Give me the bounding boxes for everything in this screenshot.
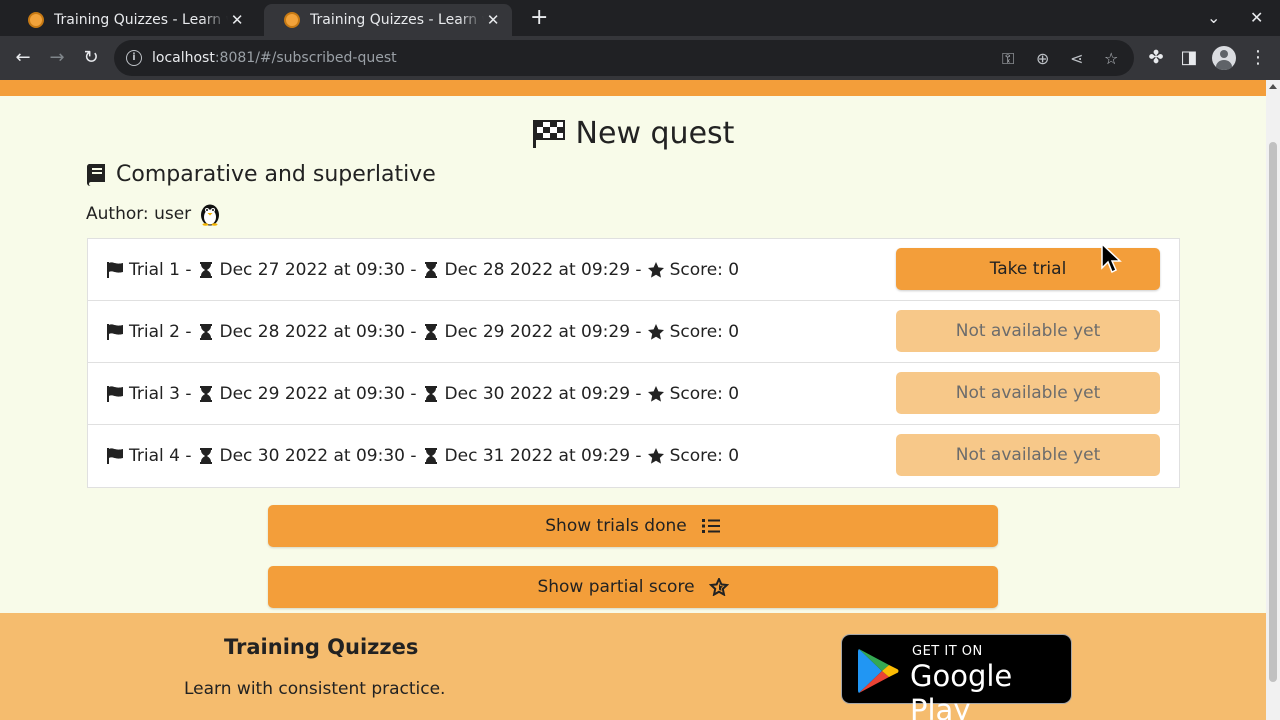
new-tab-icon[interactable]: + bbox=[530, 7, 548, 29]
hourglass-icon bbox=[199, 261, 212, 278]
trial-info: Trial 1 - Dec 27 2022 at 09:30 - Dec 28 … bbox=[106, 260, 739, 280]
show-partial-score-label: Show partial score bbox=[537, 577, 695, 597]
trial-score: Score: 0 bbox=[669, 259, 740, 280]
star-icon bbox=[647, 385, 664, 402]
zoom-icon[interactable]: ⊕ bbox=[1036, 49, 1049, 68]
url-text: localhost:8081/#/subscribed-quest bbox=[152, 50, 397, 66]
quiz-title: Comparative and superlative bbox=[86, 162, 436, 187]
profile-avatar[interactable] bbox=[1212, 46, 1236, 70]
browser-tab-1[interactable]: Training Quizzes - Learn with consistent… bbox=[8, 4, 256, 36]
menu-kebab-icon[interactable]: ⋮ bbox=[1248, 48, 1268, 68]
footer-brand: Training Quizzes bbox=[224, 635, 419, 659]
trial-info: Trial 3 - Dec 29 2022 at 09:30 - Dec 30 … bbox=[106, 384, 739, 404]
footer: Training Quizzes Learn with consistent p… bbox=[0, 613, 1266, 720]
trial-end: Dec 31 2022 at 09:29 - bbox=[444, 446, 642, 466]
trial-score: Score: 0 bbox=[669, 321, 740, 342]
tab-title: Training Quizzes - Learn with consistent… bbox=[310, 12, 484, 28]
star-icon bbox=[647, 448, 664, 464]
not-available-button[interactable]: Not available yet bbox=[896, 434, 1160, 476]
hourglass-icon bbox=[199, 448, 212, 464]
trial-end: Dec 29 2022 at 09:29 - bbox=[444, 321, 642, 342]
site-favicon-icon bbox=[284, 12, 300, 28]
page-title: New quest bbox=[0, 116, 1266, 151]
trial-start: Dec 30 2022 at 09:30 - bbox=[219, 446, 417, 466]
trial-row: Trial 4 - Dec 30 2022 at 09:30 - Dec 31 … bbox=[88, 425, 1179, 487]
hourglass-icon bbox=[424, 323, 437, 340]
star-icon bbox=[647, 261, 664, 278]
author-label: Author: user bbox=[86, 204, 192, 224]
hourglass-icon bbox=[199, 385, 212, 402]
quiz-title-text: Comparative and superlative bbox=[116, 162, 436, 187]
google-play-badge[interactable]: GET IT ON Google Play bbox=[841, 634, 1072, 720]
penguin-avatar-icon bbox=[201, 204, 220, 226]
trial-start: Dec 27 2022 at 09:30 - bbox=[219, 259, 417, 280]
not-available-button[interactable]: Not available yet bbox=[896, 310, 1160, 352]
star-icon bbox=[647, 323, 664, 340]
flag-icon bbox=[107, 323, 123, 340]
show-trials-done-button[interactable]: Show trials done bbox=[268, 505, 998, 547]
trial-row: Trial 1 - Dec 27 2022 at 09:30 - Dec 28 … bbox=[88, 239, 1179, 301]
book-icon bbox=[86, 163, 105, 186]
password-key-icon[interactable]: ⚿ bbox=[1002, 49, 1014, 69]
trial-info: Trial 2 - Dec 28 2022 at 09:30 - Dec 29 … bbox=[106, 322, 739, 342]
show-partial-score-button[interactable]: Show partial score bbox=[268, 566, 998, 608]
back-icon[interactable]: ← bbox=[13, 48, 33, 68]
checkered-flag-icon bbox=[532, 119, 565, 148]
site-info-icon[interactable]: i bbox=[126, 50, 142, 66]
trial-row: Trial 3 - Dec 29 2022 at 09:30 - Dec 30 … bbox=[88, 363, 1179, 425]
hourglass-icon bbox=[199, 323, 212, 340]
side-panel-icon[interactable]: ◨ bbox=[1179, 48, 1199, 68]
share-icon[interactable]: ⋖ bbox=[1070, 49, 1083, 68]
tab-title: Training Quizzes - Learn with consistent… bbox=[54, 12, 228, 28]
trial-row: Trial 2 - Dec 28 2022 at 09:30 - Dec 29 … bbox=[88, 301, 1179, 363]
close-window-icon[interactable]: ✕ bbox=[1250, 8, 1263, 27]
trial-start: Dec 29 2022 at 09:30 - bbox=[219, 383, 417, 404]
page-title-text: New quest bbox=[575, 116, 735, 151]
store-big-text: Google Play bbox=[910, 659, 1013, 720]
scroll-up-arrow-icon[interactable] bbox=[1269, 84, 1277, 89]
flag-icon bbox=[107, 448, 123, 464]
close-tab-icon[interactable]: ✕ bbox=[484, 11, 502, 29]
navbar-strip bbox=[0, 80, 1266, 96]
tab-search-icon[interactable]: ⌄ bbox=[1207, 8, 1220, 27]
author-line: Author: user bbox=[86, 202, 221, 226]
not-available-button[interactable]: Not available yet bbox=[896, 372, 1160, 414]
store-small-text: GET IT ON bbox=[912, 644, 983, 659]
page-scrollbar[interactable] bbox=[1266, 80, 1280, 720]
star-outline-icon bbox=[708, 578, 729, 596]
flag-icon bbox=[107, 261, 123, 278]
extensions-icon[interactable]: ✤ bbox=[1146, 48, 1166, 68]
address-bar[interactable]: i localhost:8081/#/subscribed-quest ⚿ ⊕ … bbox=[114, 40, 1134, 76]
close-tab-icon[interactable]: ✕ bbox=[228, 11, 246, 29]
hourglass-icon bbox=[424, 385, 437, 402]
trial-name: Trial 3 - bbox=[129, 383, 192, 404]
hourglass-icon bbox=[424, 261, 437, 278]
trial-name: Trial 1 - bbox=[129, 259, 192, 280]
trial-name: Trial 2 - bbox=[129, 321, 192, 342]
google-play-logo-icon bbox=[858, 649, 899, 693]
browser-tab-bar: Training Quizzes - Learn with consistent… bbox=[0, 0, 1280, 36]
browser-tab-2[interactable]: Training Quizzes - Learn with consistent… bbox=[264, 4, 512, 36]
trial-end: Dec 30 2022 at 09:29 - bbox=[444, 383, 642, 404]
footer-tagline: Learn with consistent practice. bbox=[184, 679, 446, 699]
reload-icon[interactable]: ↻ bbox=[81, 48, 101, 68]
page-viewport: New quest Comparative and superlative Au… bbox=[0, 80, 1266, 720]
hourglass-icon bbox=[424, 448, 437, 464]
trial-end: Dec 28 2022 at 09:29 - bbox=[444, 259, 642, 280]
site-favicon-icon bbox=[28, 12, 44, 28]
trial-info: Trial 4 - Dec 30 2022 at 09:30 - Dec 31 … bbox=[106, 446, 739, 466]
trial-start: Dec 28 2022 at 09:30 - bbox=[219, 321, 417, 342]
trial-score: Score: 0 bbox=[669, 446, 740, 466]
forward-icon[interactable]: → bbox=[47, 48, 67, 68]
flag-icon bbox=[107, 385, 123, 402]
browser-toolbar: ← → ↻ i localhost:8081/#/subscribed-ques… bbox=[0, 36, 1280, 80]
scrollbar-thumb[interactable] bbox=[1269, 142, 1277, 682]
trial-score: Score: 0 bbox=[669, 383, 740, 404]
list-icon bbox=[701, 519, 720, 533]
mouse-pointer-icon bbox=[1101, 242, 1122, 274]
trial-name: Trial 4 - bbox=[129, 446, 192, 466]
show-trials-done-label: Show trials done bbox=[545, 516, 687, 536]
bookmark-star-icon[interactable]: ☆ bbox=[1104, 49, 1118, 68]
trials-list: Trial 1 - Dec 27 2022 at 09:30 - Dec 28 … bbox=[87, 238, 1180, 488]
